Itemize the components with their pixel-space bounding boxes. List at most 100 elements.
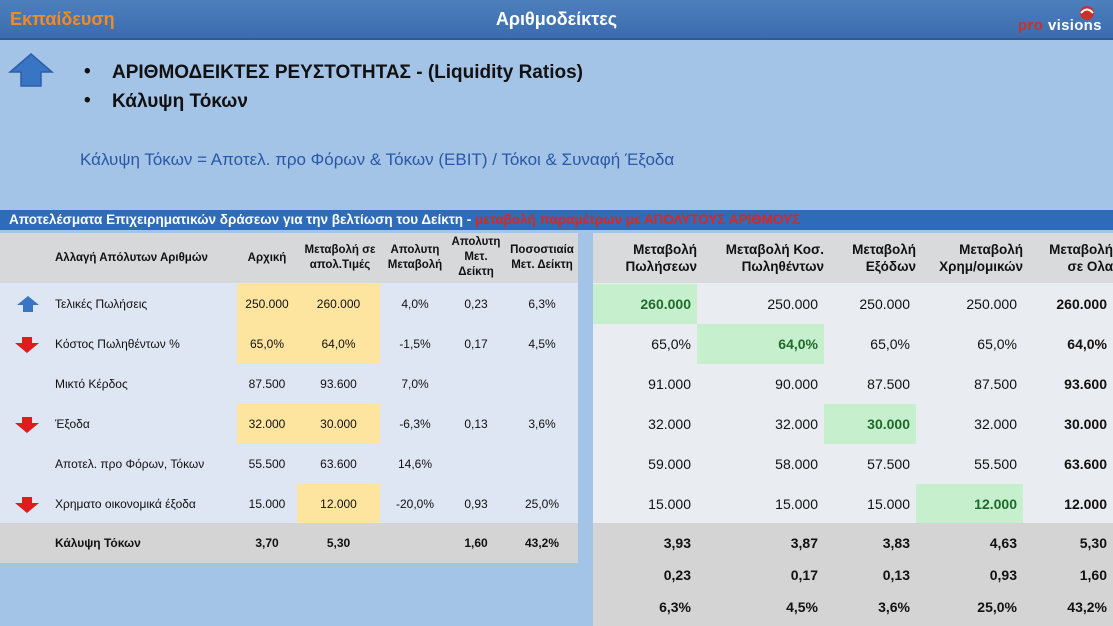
up-arrow-icon [17, 296, 39, 312]
cell: 32.000 [648, 416, 691, 432]
cell-changed: 93.600 [320, 377, 357, 391]
header-initial: Αρχική [247, 252, 287, 264]
cell-pct-change: 6,3% [528, 297, 556, 311]
table-row: Τελικές Πωλήσεις 250.000 260.000 4,0% 0,… [0, 284, 578, 324]
table-row: 15.000 15.000 15.000 12.000 12.000 [593, 484, 1113, 524]
down-arrow-icon [15, 337, 39, 353]
header-finance-change: Μεταβολή Χρημ/ομικών [916, 241, 1023, 275]
table-row: 91.000 90.000 87.500 87.500 93.600 [593, 364, 1113, 404]
footer-abs-change [384, 523, 446, 563]
footer-pct-change: 43,2% [524, 536, 560, 550]
absolute-change-table: Αλλαγή Απόλυτων Αριθμών Αρχική Μεταβολή … [0, 233, 578, 563]
header-cogs-change: Μεταβολή Κοσ. Πωληθέντων [697, 241, 824, 275]
cell: 65,0% [651, 336, 691, 352]
cell: 87.500 [867, 376, 910, 392]
header-line: Μεταβολή [959, 242, 1023, 257]
row-label: Αποτελ. προ Φόρων, Τόκων [55, 457, 205, 471]
cell: 12.000 [1064, 496, 1107, 512]
cell: 15.000 [648, 496, 691, 512]
cell: 64,0% [697, 324, 824, 364]
cell-abs-change: -1,5% [399, 337, 431, 351]
header-line: Πωλήσεων [625, 259, 697, 274]
cell: 15.000 [867, 496, 910, 512]
table-row: 32.000 32.000 30.000 32.000 30.000 [593, 404, 1113, 444]
cell: 30.000 [824, 404, 916, 444]
logo-text-pro: pro [1018, 17, 1044, 34]
cell: 260.000 [593, 284, 697, 324]
cell: 4,5% [786, 599, 818, 615]
header-expenses-change: Μεταβολή Εξόδων [824, 241, 916, 275]
cell-pct-change: 4,5% [528, 337, 556, 351]
cell: 250.000 [767, 296, 818, 312]
cell: 32.000 [974, 416, 1017, 432]
scenario-footer: 3,93 3,87 3,83 4,63 5,30 0,23 0,17 0,13 … [593, 523, 1113, 626]
footer-index-change: 1,60 [464, 536, 488, 550]
cell: 93.600 [1064, 376, 1107, 392]
cell-abs-change: 4,0% [401, 297, 429, 311]
cell-changed: 64,0% [297, 324, 380, 364]
header-changed: Μεταβολή σε απολ.Τιμές [304, 244, 376, 271]
table-row: Αποτελ. προ Φόρων, Τόκων 55.500 63.600 1… [0, 444, 578, 484]
footer-initial: 3,70 [255, 536, 279, 550]
cell-index-change: 0,23 [464, 297, 488, 311]
cell: 5,30 [1079, 535, 1107, 551]
header-pct-change: Ποσοστιαία Μετ. Δείκτη [510, 244, 574, 271]
cell: 12.000 [916, 484, 1023, 524]
cell: 6,3% [659, 599, 691, 615]
cell-initial: 65,0% [237, 324, 297, 364]
cell: 63.600 [1064, 456, 1107, 472]
cell: 4,63 [989, 535, 1017, 551]
title-bar: Εκπαίδευση Αριθμοδείκτες pro visions [0, 0, 1113, 40]
header-line: Μεταβολή [1049, 242, 1113, 257]
scenario-table: Μεταβολή Πωλήσεων Μεταβολή Κοσ. Πωληθέντ… [593, 233, 1113, 626]
logo-swirl-icon [1080, 6, 1094, 20]
row-label: Χρηματο οικονομικά έξοδα [55, 497, 196, 511]
cell-pct-change [504, 364, 580, 404]
header-line: Χρημ/ομικών [939, 259, 1023, 274]
cell: 43,2% [1067, 599, 1107, 615]
table-row: 59.000 58.000 57.500 55.500 63.600 [593, 444, 1113, 484]
cell-abs-change: 7,0% [401, 377, 429, 391]
cell-changed: 12.000 [297, 484, 380, 524]
cell: 260.000 [1056, 296, 1107, 312]
cell-initial: 15.000 [248, 497, 286, 511]
cell-initial: 32.000 [237, 404, 297, 444]
table-row: Χρηματο οικονομικά έξοδα 15.000 12.000 -… [0, 484, 578, 524]
cell-index-change: 0,93 [464, 497, 488, 511]
cell: 15.000 [775, 496, 818, 512]
cell: 0,13 [882, 567, 910, 583]
cell-abs-change: 14,6% [397, 457, 433, 471]
header-line: Πωληθέντων [741, 259, 824, 274]
footer-changed: 5,30 [326, 536, 351, 550]
cell: 0,17 [790, 567, 818, 583]
footer-row-pct-change: 6,3% 4,5% 3,6% 25,0% 43,2% [593, 592, 1113, 622]
cell: 3,83 [882, 535, 910, 551]
cell-index-change: 0,13 [464, 417, 488, 431]
bullet-interest-coverage: Κάλυψη Τόκων [84, 90, 583, 120]
cell-changed: 63.600 [320, 457, 357, 471]
down-arrow-icon [15, 497, 39, 513]
table-row: 260.000 250.000 250.000 250.000 260.000 [593, 284, 1113, 324]
cell: 87.500 [974, 376, 1017, 392]
table-footer-row: Κάλυψη Τόκων 3,70 5,30 1,60 43,2% [0, 523, 578, 563]
header-change: Αλλαγή Απόλυτων Αριθμών [55, 252, 208, 264]
cell: 0,23 [663, 567, 691, 583]
cell: 55.500 [974, 456, 1017, 472]
cell: 25,0% [977, 599, 1017, 615]
cell-index-change [448, 444, 504, 484]
cell: 3,87 [790, 535, 818, 551]
table-row: Μικτό Κέρδος 87.500 93.600 7,0% [0, 364, 578, 404]
bullet-liquidity-ratios: ΑΡΙΘΜΟΔΕΙΚΤΕΣ ΡΕΥΣΤΟΤΗΤΑΣ - (Liquidity R… [84, 61, 583, 91]
header-all-change: Μεταβολή σε Ολα [1023, 241, 1113, 275]
cell: 0,93 [989, 567, 1017, 583]
slide-title: Αριθμοδείκτες [495, 9, 618, 29]
row-label: Έξοδα [55, 417, 90, 431]
header-abs-change: Απολυτη Μεταβολή [387, 244, 443, 271]
footer-row-coverage: 3,93 3,87 3,83 4,63 5,30 [593, 528, 1113, 558]
header-line: σε Ολα [1067, 259, 1113, 274]
cell-pct-change [504, 444, 580, 484]
cell: 91.000 [648, 376, 691, 392]
formula-text: Κάλυψη Τόκων = Αποτελ. προ Φόρων & Τόκων… [80, 150, 675, 169]
table-row: Κόστος Πωληθέντων % 65,0% 64,0% -1,5% 0,… [0, 324, 578, 364]
row-label: Τελικές Πωλήσεις [55, 297, 148, 311]
